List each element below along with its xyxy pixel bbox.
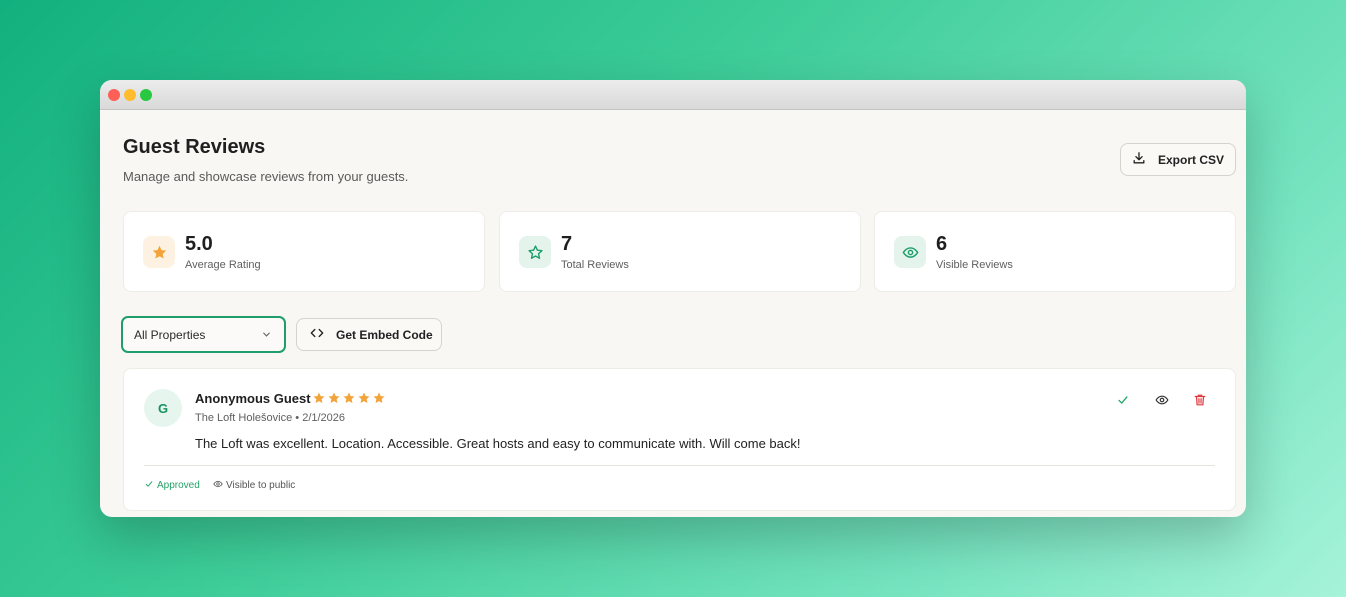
close-window-button[interactable] [108,89,120,101]
delete-review-button[interactable] [1191,393,1209,411]
stat-card-total-reviews: 7 Total Reviews [499,211,861,292]
star-filled-icon [143,236,175,268]
window-titlebar [100,80,1246,110]
code-icon [310,326,324,343]
check-icon [1116,393,1130,412]
stat-card-visible-reviews: 6 Visible Reviews [874,211,1236,292]
stat-label: Visible Reviews [936,259,1013,271]
star-filled-icon [357,391,371,410]
eye-icon [1155,393,1169,412]
property-filter-select[interactable]: All Properties [121,316,286,353]
status-badge-approved: Approved [144,479,200,492]
status-visible-label: Visible to public [226,480,296,491]
review-card: G Anonymous Guest The Loft Holešovice • … [123,368,1236,511]
stat-label: Total Reviews [561,259,629,271]
star-rating [312,391,386,410]
review-date: 2/1/2026 [302,412,346,424]
star-filled-icon [312,391,326,410]
chevron-down-icon [261,329,272,340]
star-filled-icon [342,391,356,410]
eye-icon [213,479,223,492]
review-divider [144,465,1215,466]
trash-icon [1193,393,1207,412]
stat-value: 6 [936,233,948,255]
check-icon [144,479,154,492]
stat-value: 5.0 [185,233,213,255]
eye-icon [894,236,926,268]
reviewer-name: Anonymous Guest [195,391,311,406]
star-filled-icon [327,391,341,410]
page-subtitle: Manage and showcase reviews from your gu… [123,169,409,184]
export-csv-button[interactable]: Export CSV [1120,143,1236,176]
maximize-window-button[interactable] [140,89,152,101]
status-approved-label: Approved [157,480,200,491]
review-text: The Loft was excellent. Location. Access… [195,436,801,451]
get-embed-code-button[interactable]: Get Embed Code [296,318,442,351]
approve-button[interactable] [1114,393,1132,411]
review-property: The Loft Holešovice [195,412,293,424]
stat-card-average-rating: 5.0 Average Rating [123,211,485,292]
page-title: Guest Reviews [123,136,266,158]
star-outline-icon [519,236,551,268]
review-meta: The Loft Holešovice • 2/1/2026 [195,412,345,424]
get-embed-code-label: Get Embed Code [336,327,433,342]
avatar: G [144,389,182,427]
stat-value: 7 [561,233,573,255]
property-filter-value: All Properties [134,327,206,342]
app-window: Guest Reviews Manage and showcase review… [100,80,1246,517]
download-icon [1132,151,1146,168]
toggle-visibility-button[interactable] [1153,393,1171,411]
export-csv-label: Export CSV [1157,152,1224,167]
star-filled-icon [372,391,386,410]
minimize-window-button[interactable] [124,89,136,101]
stat-label: Average Rating [185,259,261,271]
status-badge-visible: Visible to public [213,479,295,492]
